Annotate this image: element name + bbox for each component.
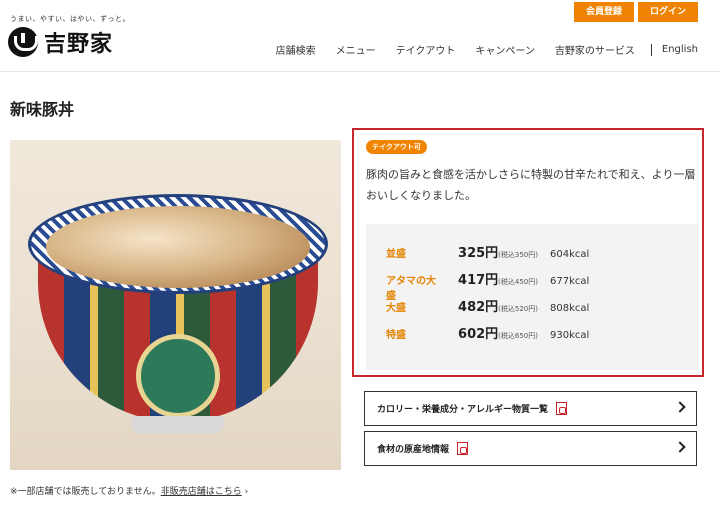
product-info-box: テイクアウト可 豚肉の旨みと食感を活かしさらに特製の甘辛たれで和え、より一層おい…: [352, 128, 704, 377]
calorie-value: 677kcal: [550, 276, 590, 287]
price-row: 並盛 325円(税込350円) 604kcal: [366, 242, 698, 269]
price-value: 602円(税込650円): [458, 327, 538, 342]
nav-english[interactable]: English: [662, 44, 698, 55]
site-header: うまい、やすい、はやい、ずっと。 吉野家 会員登録 ログイン 店舗検索 メニュー…: [0, 0, 720, 72]
size-label: 並盛: [386, 249, 406, 260]
size-label: 大盛: [386, 303, 406, 314]
availability-note: ※一部店舗では販売しておりません。非販売店舗はこちら ›: [10, 484, 248, 497]
yoshinoya-logo-icon: [8, 27, 38, 57]
chevron-right-icon: [674, 401, 686, 413]
tax-included-price: (税込350円): [498, 251, 538, 259]
price-row: アタマの大盛 417円(税込450円) 677kcal: [366, 269, 698, 302]
price-value: 417円(税込450円): [458, 273, 538, 288]
nav-menu[interactable]: メニュー: [336, 42, 376, 57]
link-label: 食材の原産地情報: [377, 445, 450, 455]
bowl-crest: [136, 334, 220, 418]
price-table: 並盛 325円(税込350円) 604kcal アタマの大盛 417円(税込45…: [366, 224, 698, 370]
product-photo: [10, 140, 341, 470]
nav-store-search[interactable]: 店舗検索: [276, 42, 316, 57]
price-row: 大盛 482円(税込520円) 808kcal: [366, 296, 698, 323]
login-button[interactable]: ログイン: [637, 2, 698, 22]
main-nav: 店舗検索 メニュー テイクアウト キャンペーン 吉野家のサービス English: [256, 42, 698, 57]
calorie-value: 930kcal: [550, 330, 590, 341]
product-description: 豚肉の旨みと食感を活かしさらに特製の甘辛たれで和え、より一層おいしくなりました。: [366, 168, 696, 202]
nutrition-allergen-link[interactable]: カロリー・栄養成分・アレルギー物質一覧: [364, 391, 697, 426]
calorie-value: 604kcal: [550, 249, 590, 260]
page-title: 新味豚丼: [10, 100, 75, 119]
logo-text: 吉野家: [44, 31, 114, 57]
size-label: アタマの大盛: [386, 276, 436, 302]
nav-divider: [650, 43, 652, 56]
calorie-value: 808kcal: [550, 303, 590, 314]
bowl-food: [46, 206, 310, 288]
link-label: カロリー・栄養成分・アレルギー物質一覧: [377, 405, 549, 415]
tax-included-price: (税込450円): [498, 278, 538, 286]
takeout-badge: テイクアウト可: [366, 140, 427, 154]
gyudon-bowl-photo-icon: [28, 194, 328, 438]
price-value: 325円(税込350円): [458, 246, 538, 261]
tagline: うまい、やすい、はやい、ずっと。: [10, 15, 130, 23]
tax-included-price: (税込650円): [498, 332, 538, 340]
pdf-icon: [457, 442, 469, 455]
price-row: 特盛 602円(税込650円) 930kcal: [366, 323, 698, 350]
nav-takeout[interactable]: テイクアウト: [396, 42, 456, 57]
nav-services[interactable]: 吉野家のサービス: [555, 42, 635, 57]
note-text: ※一部店舗では販売しておりません。: [10, 487, 161, 497]
tax-included-price: (税込520円): [498, 305, 538, 313]
pdf-icon: [556, 402, 568, 415]
member-register-button[interactable]: 会員登録: [573, 2, 634, 22]
non-sale-stores-link[interactable]: 非販売店舗はこちら: [161, 487, 242, 497]
note-arrow-icon: ›: [244, 487, 249, 497]
price-value: 482円(税込520円): [458, 300, 538, 315]
bowl-foot: [132, 416, 224, 434]
ingredient-origin-link[interactable]: 食材の原産地情報: [364, 431, 697, 466]
logo[interactable]: 吉野家: [8, 26, 113, 58]
nav-campaign[interactable]: キャンペーン: [475, 42, 535, 57]
top-buttons: 会員登録 ログイン: [573, 2, 698, 22]
chevron-right-icon: [674, 441, 686, 453]
size-label: 特盛: [386, 330, 406, 341]
